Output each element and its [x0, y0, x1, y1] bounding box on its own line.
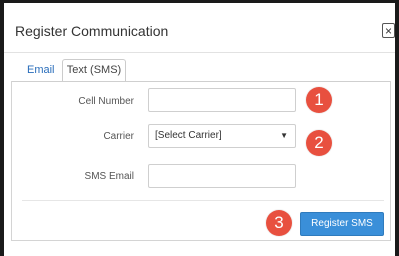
cell-number-input[interactable]: [148, 88, 296, 112]
sms-email-label: SMS Email: [84, 171, 134, 182]
callout-badge-1: 1: [306, 87, 332, 113]
dialog-title: Register Communication: [15, 23, 169, 39]
title-divider: [4, 52, 395, 53]
register-sms-button[interactable]: Register SMS: [300, 212, 384, 236]
dropdown-arrow-icon: ▼: [280, 131, 288, 140]
carrier-selected-value: [Select Carrier]: [155, 130, 222, 141]
sms-email-input[interactable]: [148, 164, 296, 188]
callout-badge-3: 3: [266, 210, 292, 236]
carrier-label: Carrier: [103, 131, 134, 142]
tab-email[interactable]: Email: [27, 60, 55, 80]
callout-badge-2: 2: [306, 130, 332, 156]
close-icon: ×: [384, 24, 392, 38]
register-communication-dialog: Register Communication × Email Text (SMS…: [4, 3, 395, 256]
close-button[interactable]: ×: [382, 23, 395, 38]
form-divider: [22, 200, 384, 201]
tab-text-sms[interactable]: Text (SMS): [62, 59, 126, 82]
carrier-select[interactable]: [Select Carrier] ▼: [148, 124, 296, 148]
window-frame-right: [395, 0, 399, 256]
cell-number-label: Cell Number: [78, 96, 134, 107]
